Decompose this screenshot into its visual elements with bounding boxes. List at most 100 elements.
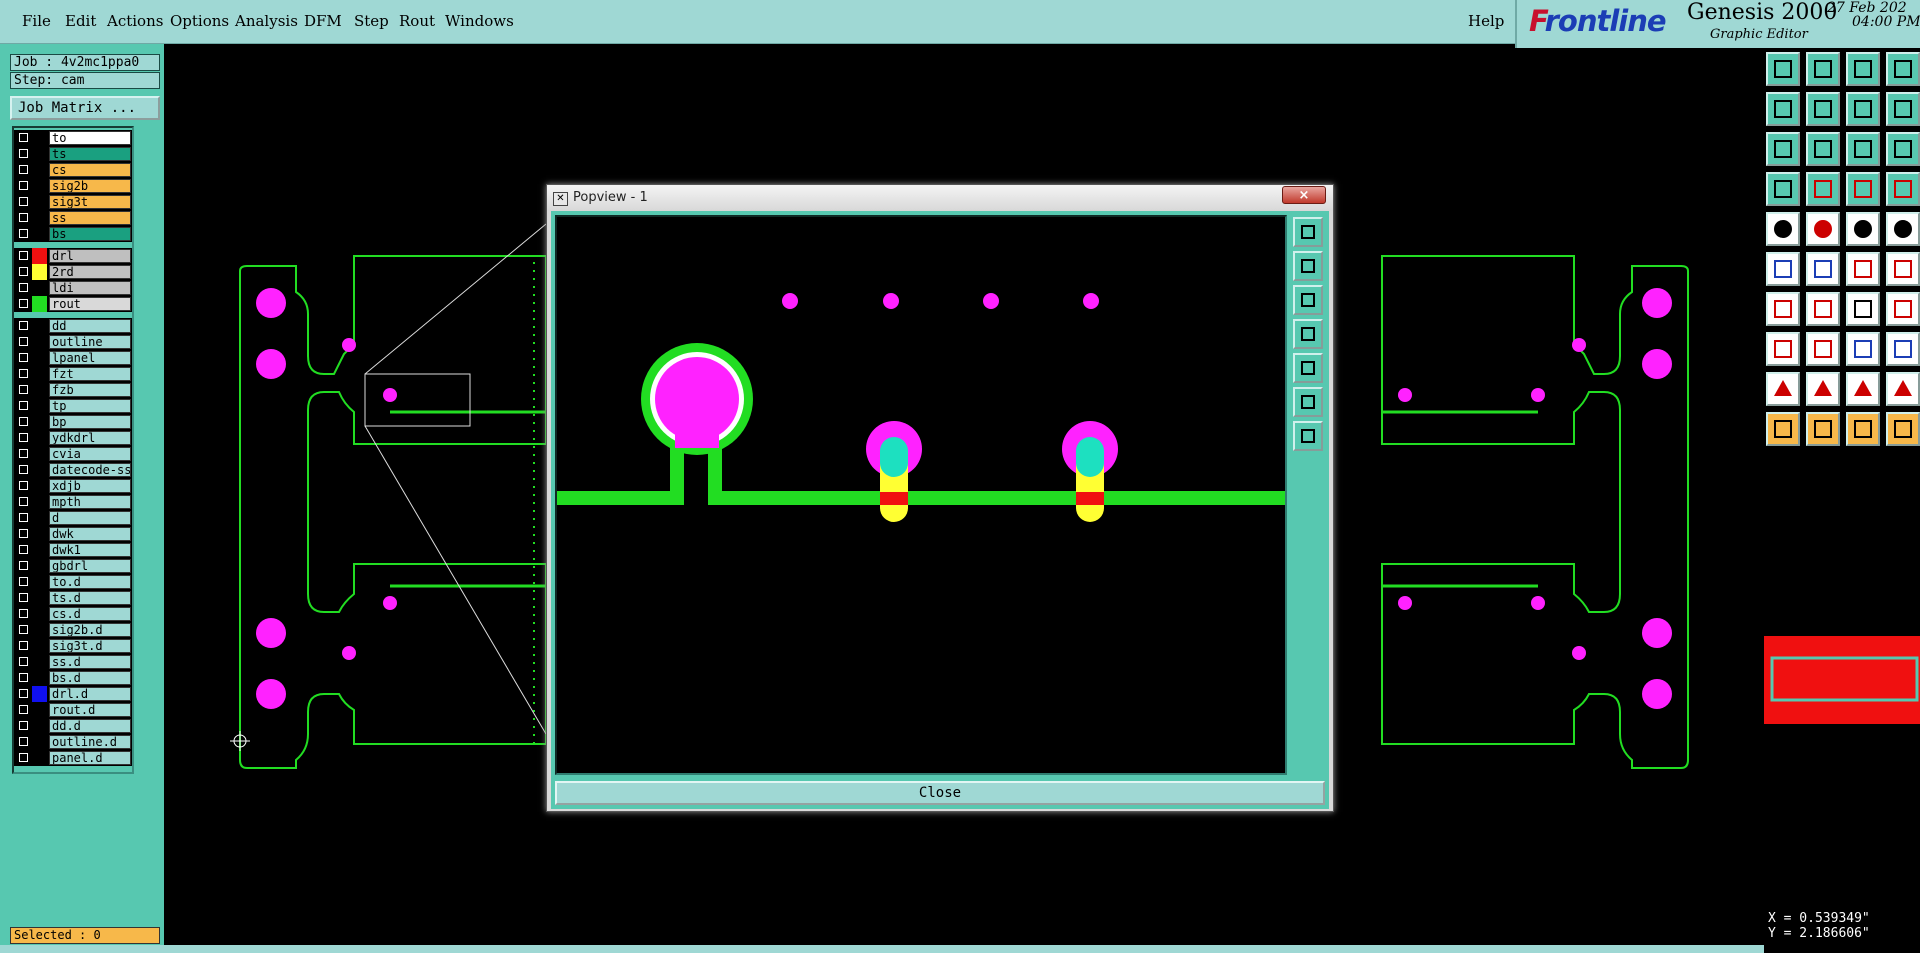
layer-row[interactable]: to — [14, 130, 132, 146]
tool-prev-button[interactable] — [1766, 92, 1800, 126]
menu-rout[interactable]: Rout — [399, 12, 435, 30]
layer-name[interactable]: ts — [49, 147, 131, 161]
layer-row[interactable]: dd.d — [14, 718, 132, 734]
tool-move-button[interactable] — [1766, 52, 1800, 86]
layer-checkbox[interactable] — [19, 353, 28, 362]
layer-checkbox[interactable] — [19, 369, 28, 378]
layer-name[interactable]: sig2b — [49, 179, 131, 193]
layer-name[interactable]: dwk — [49, 527, 131, 541]
popview-zoom-fit-button[interactable] — [1293, 217, 1323, 247]
tool-select-button[interactable] — [1766, 412, 1800, 446]
layer-checkbox[interactable] — [19, 213, 28, 222]
layer-color-swatch[interactable] — [32, 590, 47, 606]
layer-row[interactable]: rout.d — [14, 702, 132, 718]
layer-name[interactable]: sig3t — [49, 195, 131, 209]
layer-row[interactable]: sig3t.d — [14, 638, 132, 654]
layer-checkbox[interactable] — [19, 401, 28, 410]
popview-canvas[interactable] — [555, 215, 1287, 775]
layer-color-swatch[interactable] — [32, 622, 47, 638]
layer-checkbox[interactable] — [19, 465, 28, 474]
layer-checkbox[interactable] — [19, 337, 28, 346]
layer-name[interactable]: ss.d — [49, 655, 131, 669]
tool-measure-button[interactable] — [1766, 172, 1800, 206]
layer-color-swatch[interactable] — [32, 462, 47, 478]
layer-row[interactable]: ts.d — [14, 590, 132, 606]
layer-checkbox[interactable] — [19, 737, 28, 746]
layer-row[interactable]: cvia — [14, 446, 132, 462]
layer-name[interactable]: sig3t.d — [49, 639, 131, 653]
layer-name[interactable]: fzt — [49, 367, 131, 381]
layer-row[interactable]: lpanel — [14, 350, 132, 366]
tool-net-button[interactable] — [1846, 172, 1880, 206]
layer-name[interactable]: dwk1 — [49, 543, 131, 557]
layer-checkbox[interactable] — [19, 385, 28, 394]
layer-color-swatch[interactable] — [32, 280, 47, 296]
tool-help-button[interactable] — [1886, 132, 1920, 166]
layer-name[interactable]: outline — [49, 335, 131, 349]
layer-name[interactable]: dd — [49, 319, 131, 333]
layer-name[interactable]: ldi — [49, 281, 131, 295]
layer-name[interactable]: drl.d — [49, 687, 131, 701]
layer-checkbox[interactable] — [19, 689, 28, 698]
layer-name[interactable]: cs.d — [49, 607, 131, 621]
layer-row[interactable]: dwk — [14, 526, 132, 542]
menu-windows[interactable]: Windows — [445, 12, 514, 30]
layer-name[interactable]: tp — [49, 399, 131, 413]
tool-connect2-button[interactable] — [1886, 252, 1920, 286]
popview-zoom-in-button[interactable] — [1293, 251, 1323, 281]
layer-name[interactable]: bs — [49, 227, 131, 241]
layer-checkbox[interactable] — [19, 267, 28, 276]
layer-row[interactable]: bp — [14, 414, 132, 430]
layer-name[interactable]: datecode-ss — [49, 463, 131, 477]
layer-row[interactable]: cs.d — [14, 606, 132, 622]
layer-checkbox[interactable] — [19, 529, 28, 538]
layer-color-swatch[interactable] — [32, 558, 47, 574]
menu-dfm[interactable]: DFM — [304, 12, 342, 30]
layer-color-swatch[interactable] — [32, 264, 47, 280]
menu-help[interactable]: Help — [1468, 12, 1504, 30]
layer-color-swatch[interactable] — [32, 606, 47, 622]
layer-row[interactable]: gbdrl — [14, 558, 132, 574]
layer-row[interactable]: rout — [14, 296, 132, 312]
layer-color-swatch[interactable] — [32, 446, 47, 462]
tool-angle-button[interactable] — [1766, 292, 1800, 326]
layer-row[interactable]: sig3t — [14, 194, 132, 210]
tool-probe-button[interactable] — [1806, 172, 1840, 206]
popview-close-button[interactable]: Close — [555, 781, 1325, 805]
tool-circle-button[interactable] — [1886, 212, 1920, 246]
layer-checkbox[interactable] — [19, 283, 28, 292]
layer-checkbox[interactable] — [19, 593, 28, 602]
tool-home-button[interactable] — [1846, 52, 1880, 86]
tool-ratio-button[interactable] — [1846, 132, 1880, 166]
layer-row[interactable]: dwk1 — [14, 542, 132, 558]
layer-color-swatch[interactable] — [32, 178, 47, 194]
layer-row[interactable]: datecode-ss — [14, 462, 132, 478]
tool-cross-button[interactable] — [1806, 252, 1840, 286]
layer-checkbox[interactable] — [19, 497, 28, 506]
layer-name[interactable]: to.d — [49, 575, 131, 589]
layer-color-swatch[interactable] — [32, 638, 47, 654]
layer-name[interactable]: mpth — [49, 495, 131, 509]
layer-row[interactable]: fzb — [14, 382, 132, 398]
popview-fit-vertical-button[interactable] — [1293, 421, 1323, 451]
layer-color-swatch[interactable] — [32, 654, 47, 670]
layer-color-swatch[interactable] — [32, 296, 47, 312]
layer-checkbox[interactable] — [19, 417, 28, 426]
layer-checkbox[interactable] — [19, 705, 28, 714]
job-matrix-button[interactable]: Job Matrix ... — [10, 96, 160, 120]
layer-row[interactable]: drl.d — [14, 686, 132, 702]
layer-checkbox[interactable] — [19, 299, 28, 308]
menu-actions[interactable]: Actions — [107, 12, 163, 30]
layer-color-swatch[interactable] — [32, 702, 47, 718]
layer-checkbox[interactable] — [19, 481, 28, 490]
layer-name[interactable]: rout — [49, 297, 131, 311]
layer-checkbox[interactable] — [19, 545, 28, 554]
menu-edit[interactable]: Edit — [65, 12, 96, 30]
layer-checkbox[interactable] — [19, 673, 28, 682]
layer-row[interactable]: dd — [14, 318, 132, 334]
layer-name[interactable]: outline.d — [49, 735, 131, 749]
layer-row[interactable]: panel.d — [14, 750, 132, 766]
popview-pan-left-button[interactable] — [1293, 319, 1323, 349]
layer-color-swatch[interactable] — [32, 526, 47, 542]
layer-name[interactable]: gbdrl — [49, 559, 131, 573]
